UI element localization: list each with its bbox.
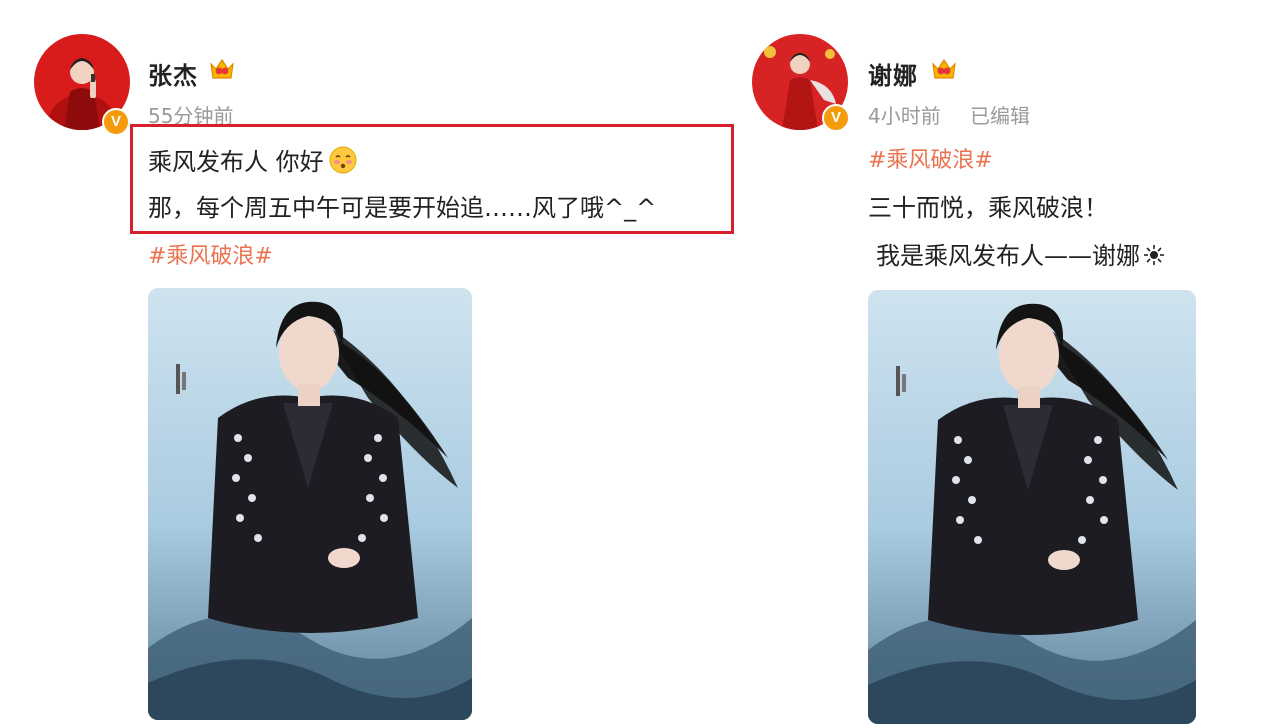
edited-label: 已编辑 <box>970 104 1030 128</box>
weibo-post-zhangjie: V 张杰 55分钟前 乘风发布人 你好 那，每个周五中午可是要开始追……风了哦^… <box>0 0 734 728</box>
post-text: 乘风发布人 你好 <box>148 148 324 176</box>
username[interactable]: 谢娜 <box>868 56 918 91</box>
crown-icon <box>930 56 958 82</box>
username[interactable]: 张杰 <box>148 56 198 91</box>
hashtag-link[interactable]: #乘风破浪# <box>868 142 993 174</box>
weibo-post-xiena: V 谢娜 4小时前 已编辑 #乘风破浪# 三十而悦，乘风破浪！ 我是乘风发布人—… <box>640 0 1280 728</box>
verified-badge-icon: V <box>822 104 850 132</box>
post-text-line-2: 我是乘风发布人——谢娜 <box>876 236 1164 271</box>
post-text-line-1: 乘风发布人 你好 <box>148 142 358 181</box>
post-timestamp[interactable]: 4小时前 <box>868 100 941 129</box>
post-text-line-1: 三十而悦，乘风破浪！ <box>868 194 1108 222</box>
verified-badge-icon: V <box>102 108 130 136</box>
post-photo[interactable] <box>148 288 472 720</box>
post-text-line-2: 那，每个周五中午可是要开始追……风了哦^_^ <box>148 194 657 222</box>
shy-face-emoji-icon <box>328 145 358 181</box>
post-text: 我是乘风发布人——谢娜 <box>876 242 1140 270</box>
post-photo[interactable] <box>868 290 1196 724</box>
sun-icon <box>1144 243 1164 271</box>
crown-icon <box>208 56 236 82</box>
hashtag-link[interactable]: #乘风破浪# <box>148 238 273 270</box>
